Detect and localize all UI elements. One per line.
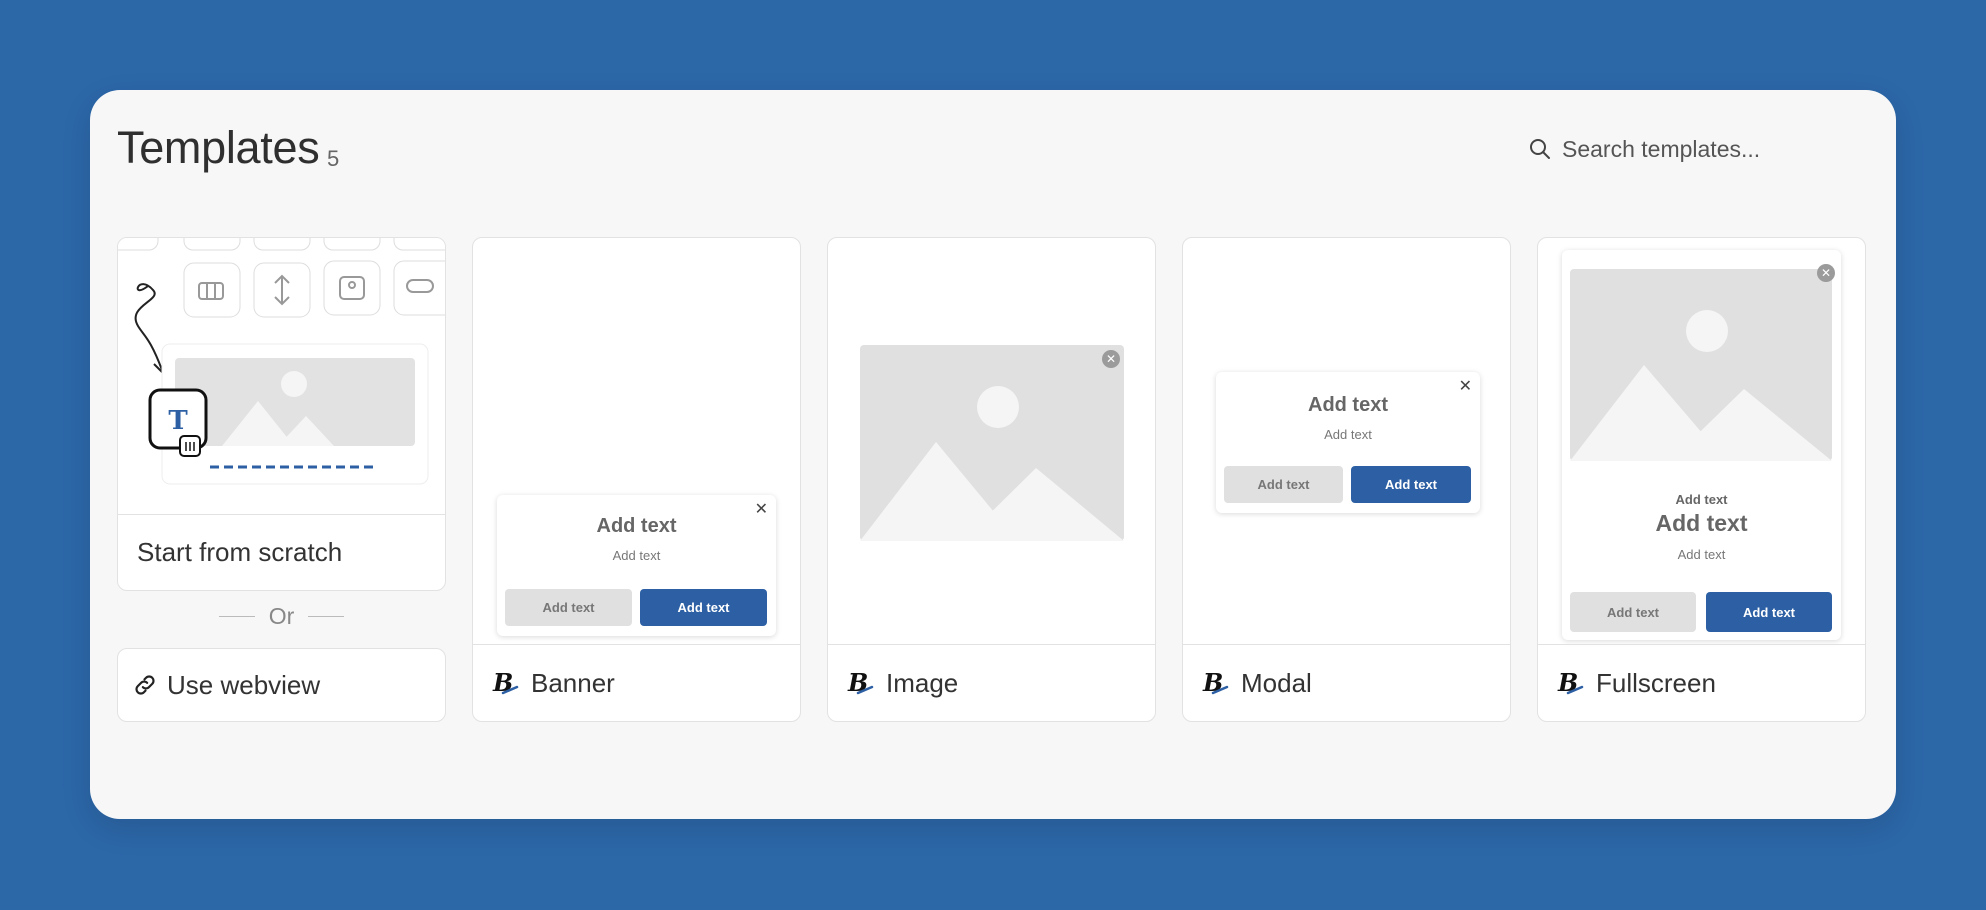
template-card-fullscreen[interactable]: ✕ Add text Add text Add text Add text Ad… <box>1537 237 1866 722</box>
template-card-image[interactable]: ✕ B Image <box>827 237 1156 722</box>
search-input[interactable] <box>1562 135 1852 163</box>
image-footer: B Image <box>828 644 1155 721</box>
brand-b-icon: B <box>847 669 874 697</box>
or-label: Or <box>268 602 295 629</box>
template-count: 5 <box>327 146 340 171</box>
brand-b-icon: B <box>492 669 519 697</box>
brand-b-icon: B <box>1202 669 1229 697</box>
fullscreen-footer: B Fullscreen <box>1538 644 1865 721</box>
page-title: Templates <box>117 122 320 173</box>
use-webview-button[interactable]: Use webview <box>117 648 446 722</box>
preview-secondary-button: Add text <box>1570 592 1696 632</box>
preview-secondary-button: Add text <box>1224 466 1343 503</box>
template-name: Image <box>886 667 959 698</box>
scratch-label: Start from scratch <box>137 537 343 567</box>
preview-heading: Add text <box>1655 510 1748 536</box>
close-icon: ✕ <box>1102 350 1120 368</box>
or-separator: Or <box>117 602 446 630</box>
preview-secondary-button: Add text <box>505 589 632 626</box>
preview-heading: Add text <box>596 515 677 537</box>
preview-eyebrow: Add text <box>1675 492 1728 507</box>
modal-preview: ✕ Add text Add text Add text Add text <box>1216 372 1480 513</box>
template-card-banner[interactable]: ✕ Add text Add text Add text Add text B … <box>472 237 801 722</box>
divider <box>308 615 345 617</box>
divider <box>218 615 255 617</box>
close-icon: ✕ <box>754 501 768 518</box>
brand-b-icon: B <box>1557 669 1584 697</box>
webview-label: Use webview <box>167 669 321 700</box>
template-card-modal[interactable]: ✕ Add text Add text Add text Add text B … <box>1182 237 1511 722</box>
scratch-footer: Start from scratch <box>118 514 445 590</box>
image-preview <box>860 345 1124 541</box>
start-from-scratch-card[interactable]: T Start from scratch <box>117 237 446 591</box>
banner-footer: B Banner <box>473 644 800 721</box>
preview-primary-button: Add text <box>640 589 767 626</box>
preview-subtext: Add text <box>612 548 661 563</box>
template-name: Banner <box>531 667 615 698</box>
search-bar[interactable] <box>1528 129 1858 169</box>
templates-panel: Templates 5 Search templates... T Start … <box>90 90 1896 819</box>
template-name: Modal <box>1241 667 1312 698</box>
preview-primary-button: Add text <box>1706 592 1832 632</box>
close-icon: ✕ <box>1817 264 1835 282</box>
search-icon <box>1530 139 1550 159</box>
link-icon <box>135 675 155 695</box>
fullscreen-preview: ✕ Add text Add text Add text Add text Ad… <box>1562 250 1841 640</box>
svg-text:T: T <box>168 406 188 436</box>
preview-subtext: Add text <box>1677 547 1726 562</box>
template-name: Fullscreen <box>1596 667 1716 698</box>
modal-footer: B Modal <box>1183 644 1510 721</box>
fullscreen-image <box>1570 269 1832 461</box>
scratch-illustration: T <box>118 238 445 485</box>
close-icon: ✕ <box>1458 378 1472 395</box>
preview-primary-button: Add text <box>1351 466 1471 503</box>
preview-heading: Add text <box>1308 394 1388 416</box>
preview-subtext: Add text <box>1324 427 1372 442</box>
banner-preview: ✕ Add text Add text Add text Add text <box>497 495 776 636</box>
